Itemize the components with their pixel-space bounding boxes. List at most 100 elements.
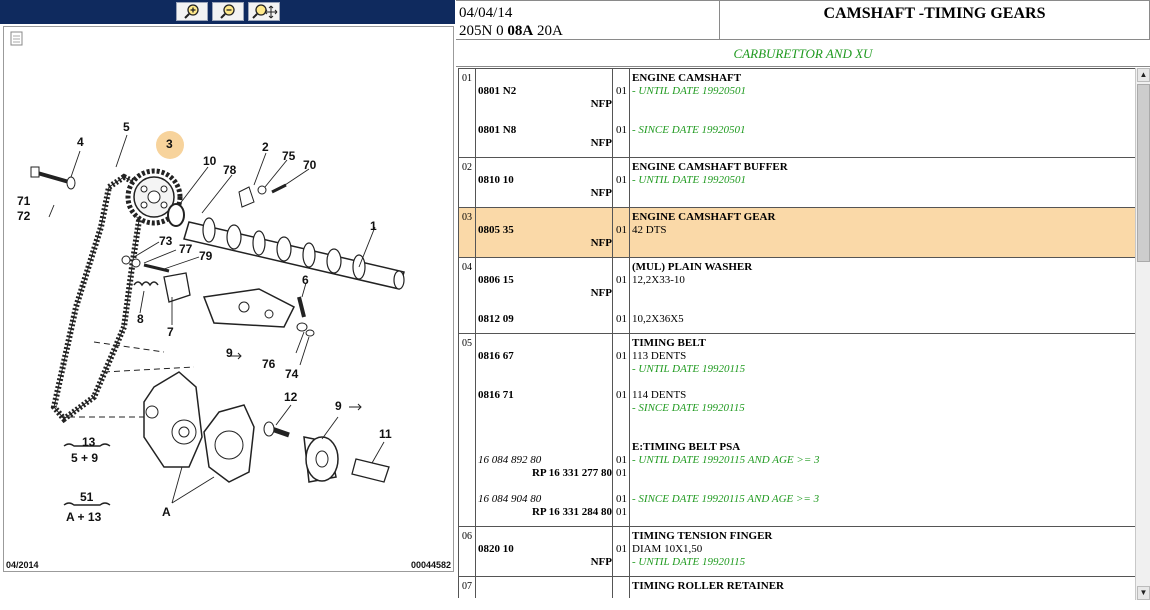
part-reference[interactable]: 16 084 904 80 [478,493,541,506]
part-reference[interactable]: 0801 N8 [478,124,516,137]
part-name: ENGINE CAMSHAFT BUFFER [632,161,788,173]
zoom-fit-button[interactable] [248,2,280,21]
vehicle-engine: 08A [507,23,534,39]
column-divider [629,158,630,207]
part-quantity: 01 [616,313,627,325]
column-divider [612,208,613,257]
part-reference[interactable]: 0806 15 [478,274,514,287]
diagram-code: 00044582 [410,560,451,570]
part-reference[interactable]: 16 084 892 80 [478,454,541,467]
callout-77[interactable]: 77 [179,242,192,256]
part-quantity: 01 [616,493,627,505]
part-reference[interactable]: 0805 35 [478,224,514,237]
part-description: 12,2X33-10 [632,274,685,286]
item-number: 06 [462,531,472,542]
part-reference[interactable]: 0816 71 [478,389,514,402]
callout-10[interactable]: 10 [203,154,216,168]
callout-8[interactable]: 8 [137,312,144,326]
part-name: TIMING TENSION FINGER [632,530,773,542]
part-reference[interactable]: 0810 10 [478,174,514,187]
callout-71[interactable]: 71 [17,194,30,208]
callout-a-plus-13[interactable]: A + 13 [66,510,101,524]
part-quantity: 01 [616,274,627,286]
item-number: 05 [462,338,472,349]
scroll-thumb[interactable] [1137,84,1150,262]
diagram-drawing [10,31,405,506]
callout-a[interactable]: A [162,505,171,519]
part-description: 42 DTS [632,224,667,236]
part-description: 10,2X36X5 [632,313,684,325]
part-reference[interactable]: 0812 09 [478,313,514,326]
callout-51[interactable]: 51 [80,490,93,504]
part-flag: NFP [590,187,612,199]
print-icon[interactable] [10,31,23,46]
part-reference[interactable]: 0820 10 [478,543,514,556]
part-condition: - SINCE DATE 19920115 [632,402,745,414]
part-flag: NFP [590,237,612,249]
callout-76[interactable]: 76 [262,357,275,371]
column-divider [475,69,476,157]
column-divider [612,527,613,576]
part-quantity: 01 [616,85,627,97]
callout-9-roller[interactable]: 9 [335,399,342,413]
page-subtitle: CARBURETTOR AND XU [456,40,1150,67]
diagram-pane: 4 5 3 10 78 2 75 70 71 72 73 77 79 1 6 8… [0,0,455,610]
part-group-row[interactable]: 02 ENGINE CAMSHAFT BUFFER 0810 10 01 - UNTIL… [459,157,1135,207]
callout-74[interactable]: 74 [285,367,298,381]
part-quantity: 01 [616,389,627,401]
part-reference[interactable]: 0816 67 [478,350,514,363]
parts-list[interactable]: 01 ENGINE CAMSHAFT 0801 N2 01 - UNTIL DATE 1… [458,68,1135,598]
part-quantity: 01 [616,543,627,555]
callout-70[interactable]: 70 [303,158,316,172]
callout-9-arrow[interactable]: 9 [226,346,233,360]
part-name: TIMING ROLLER RETAINER [632,580,784,592]
callout-5[interactable]: 5 [123,120,130,134]
part-condition: - UNTIL DATE 19920115 AND AGE >= 3 [632,454,820,466]
callout-78[interactable]: 78 [223,163,236,177]
column-divider [475,577,476,598]
zoom-in-button[interactable] [176,2,208,21]
callout-11[interactable]: 11 [379,427,392,441]
exploded-diagram[interactable]: 4 5 3 10 78 2 75 70 71 72 73 77 79 1 6 8… [3,26,454,572]
callout-5-plus-9[interactable]: 5 + 9 [71,451,98,465]
zoom-out-button[interactable] [212,2,244,21]
callout-6[interactable]: 6 [302,273,309,287]
scroll-down-icon[interactable]: ▼ [1137,586,1150,600]
part-group-row[interactable]: 04 (MUL) PLAIN WASHER 0806 15 01 12,2X33-10 N… [459,257,1135,333]
part-reference[interactable]: 0801 N2 [478,85,516,98]
column-divider [629,577,630,598]
callout-2[interactable]: 2 [262,140,269,154]
column-divider [612,69,613,157]
part-condition: - SINCE DATE 19920115 AND AGE >= 3 [632,493,820,505]
column-divider [475,334,476,526]
timing-belt-drawing [50,173,148,424]
scroll-up-icon[interactable]: ▲ [1137,68,1150,82]
part-condition: - UNTIL DATE 19920115 [632,556,746,568]
part-quantity: 01 [616,224,627,236]
zoom-in-icon [184,4,199,19]
part-group-row[interactable]: 06 TIMING TENSION FINGER 0820 10 01 DIAM 10X… [459,526,1135,576]
callout-72[interactable]: 72 [17,209,30,223]
part-flag: RP 16 331 284 80 [531,506,612,518]
part-group-row[interactable]: 05 TIMING BELT 0816 67 01 113 DENTS - UNTIL D… [459,333,1135,526]
callout-7[interactable]: 7 [167,325,174,339]
callout-1[interactable]: 1 [370,219,377,233]
item-number: 07 [462,581,472,592]
column-divider [475,527,476,576]
callout-3[interactable]: 3 [166,137,173,151]
part-group-row[interactable]: 01 ENGINE CAMSHAFT 0801 N2 01 - UNTIL DATE 1… [459,68,1135,157]
callout-13[interactable]: 13 [82,435,95,449]
item-number: 01 [462,73,472,84]
callout-75[interactable]: 75 [282,149,295,163]
column-divider [612,577,613,598]
part-condition: - UNTIL DATE 19920115 [632,363,746,375]
part-description: 114 DENTS [632,389,687,401]
part-group-row[interactable]: 03 ENGINE CAMSHAFT GEAR 0805 35 01 42 DTS NFP [459,207,1135,257]
callout-73[interactable]: 73 [159,234,172,248]
part-flag: NFP [590,98,612,110]
callout-79[interactable]: 79 [199,249,212,263]
callout-12[interactable]: 12 [284,390,297,404]
callout-4[interactable]: 4 [77,135,84,149]
part-group-row[interactable]: 07TIMING ROLLER RETAINER0827 1701- UNTIL… [459,576,1135,598]
parts-scrollbar[interactable]: ▲ ▼ [1135,68,1150,600]
